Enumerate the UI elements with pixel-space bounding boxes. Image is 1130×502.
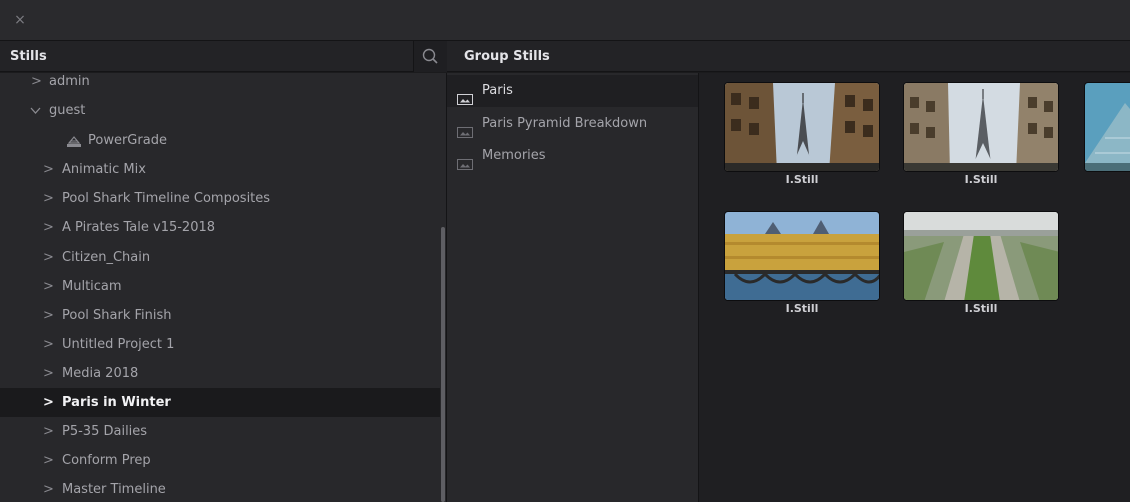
chevron-right-icon[interactable]: > xyxy=(43,155,54,184)
tree-item-label: Master Timeline xyxy=(62,482,166,497)
group-stills-panel-title: Group Stills xyxy=(447,41,1130,72)
chevron-right-icon[interactable]: > xyxy=(43,475,54,502)
tree-item-master-timeline[interactable]: > Master Timeline xyxy=(0,475,440,502)
tree-item-animatic-mix[interactable]: > Animatic Mix xyxy=(0,155,440,184)
group-stills-list: Paris Paris Pyramid Breakdown Memories xyxy=(447,73,699,502)
tree-item-label: Pool Shark Timeline Composites xyxy=(62,191,271,206)
still-tile[interactable] xyxy=(1084,82,1130,173)
tree-item-label: Pool Shark Finish xyxy=(62,308,172,323)
group-item-paris[interactable]: Paris xyxy=(447,75,698,107)
still-caption: I.Still xyxy=(785,173,819,186)
chevron-right-icon[interactable]: > xyxy=(43,446,54,475)
still-tile[interactable]: I.Still xyxy=(724,211,880,315)
chevron-right-icon[interactable]: > xyxy=(43,388,54,417)
still-tile[interactable]: I.Still xyxy=(903,82,1059,186)
chevron-right-icon[interactable]: > xyxy=(43,272,54,301)
tree-item-powergrade[interactable]: PowerGrade xyxy=(0,126,440,155)
tree-item-pool-shark-timeline-composites[interactable]: > Pool Shark Timeline Composites xyxy=(0,184,440,213)
search-button[interactable] xyxy=(413,41,448,72)
tree-item-label: Untitled Project 1 xyxy=(62,337,175,352)
still-thumbnail-eiffel-tower[interactable] xyxy=(724,82,880,172)
close-icon[interactable]: × xyxy=(10,10,30,30)
chevron-right-icon[interactable]: > xyxy=(43,330,54,359)
still-caption: I.Still xyxy=(964,173,998,186)
tree-item-untitled-project-1[interactable]: > Untitled Project 1 xyxy=(0,330,440,359)
stills-panel-title: Stills xyxy=(0,41,413,72)
tree-item-label: Media 2018 xyxy=(62,366,139,381)
tree-item-label: guest xyxy=(49,103,86,118)
group-item-label: Memories xyxy=(482,148,546,163)
still-tile[interactable]: I.Still xyxy=(903,211,1059,315)
tree-item-label: PowerGrade xyxy=(88,133,167,148)
chevron-right-icon[interactable]: > xyxy=(43,301,54,330)
tree-item-citizen-chain[interactable]: > Citizen_Chain xyxy=(0,243,440,272)
still-thumbnail-champ-de-mars[interactable] xyxy=(903,211,1059,301)
tree-item-multicam[interactable]: > Multicam xyxy=(0,272,440,301)
chevron-right-icon[interactable]: > xyxy=(43,184,54,213)
group-item-label: Paris xyxy=(482,83,513,98)
still-thumbnail-seine-bridge[interactable] xyxy=(724,211,880,301)
still-tile[interactable]: I.Still xyxy=(724,82,880,186)
still-thumbnail-louvre-pyramid[interactable] xyxy=(1084,82,1130,172)
tree-item-paris-in-winter[interactable]: > Paris in Winter xyxy=(0,388,440,417)
stills-tree-scrollbar[interactable] xyxy=(441,227,445,502)
tree-item-media-2018[interactable]: > Media 2018 xyxy=(0,359,440,388)
tree-item-pool-shark-finish[interactable]: > Pool Shark Finish xyxy=(0,301,440,330)
group-item-paris-pyramid-breakdown[interactable]: Paris Pyramid Breakdown xyxy=(447,108,698,140)
tree-item-label: Animatic Mix xyxy=(62,162,146,177)
tree-item-admin[interactable]: > admin xyxy=(0,73,440,96)
still-thumbnail-eiffel-tower-2[interactable] xyxy=(903,82,1059,172)
chevron-right-icon[interactable]: > xyxy=(43,359,54,388)
group-item-memories[interactable]: Memories xyxy=(447,140,698,172)
tree-item-label: A Pirates Tale v15-2018 xyxy=(62,220,216,235)
tree-item-label: Conform Prep xyxy=(62,453,151,468)
still-caption: I.Still xyxy=(964,302,998,315)
still-caption: I.Still xyxy=(785,302,819,315)
tree-item-label: Multicam xyxy=(62,279,122,294)
chevron-right-icon[interactable]: > xyxy=(43,417,54,446)
tree-item-conform-prep[interactable]: > Conform Prep xyxy=(0,446,440,475)
tree-item-label: P5-35 Dailies xyxy=(62,424,148,439)
group-item-label: Paris Pyramid Breakdown xyxy=(482,116,648,131)
chevron-right-icon[interactable]: > xyxy=(43,213,54,242)
tree-item-label: Citizen_Chain xyxy=(62,250,151,265)
chevron-right-icon[interactable]: > xyxy=(43,243,54,272)
stills-grid: I.Still I.Still I.Still I.Still xyxy=(699,73,1130,502)
title-bar: × xyxy=(0,0,1130,41)
tree-item-a-pirates-tale[interactable]: > A Pirates Tale v15-2018 xyxy=(0,213,440,242)
tree-item-guest[interactable]: guest xyxy=(0,96,440,125)
tree-item-label: Paris in Winter xyxy=(62,395,171,410)
tree-item-p5-35-dailies[interactable]: > P5-35 Dailies xyxy=(0,417,440,446)
still-image-icon xyxy=(457,151,473,183)
tree-item-label: admin xyxy=(49,74,90,89)
chevron-right-icon[interactable]: > xyxy=(31,73,42,96)
search-icon xyxy=(422,48,438,64)
stills-tree: > admin guest PowerGrade > Animatic Mix … xyxy=(0,73,447,502)
